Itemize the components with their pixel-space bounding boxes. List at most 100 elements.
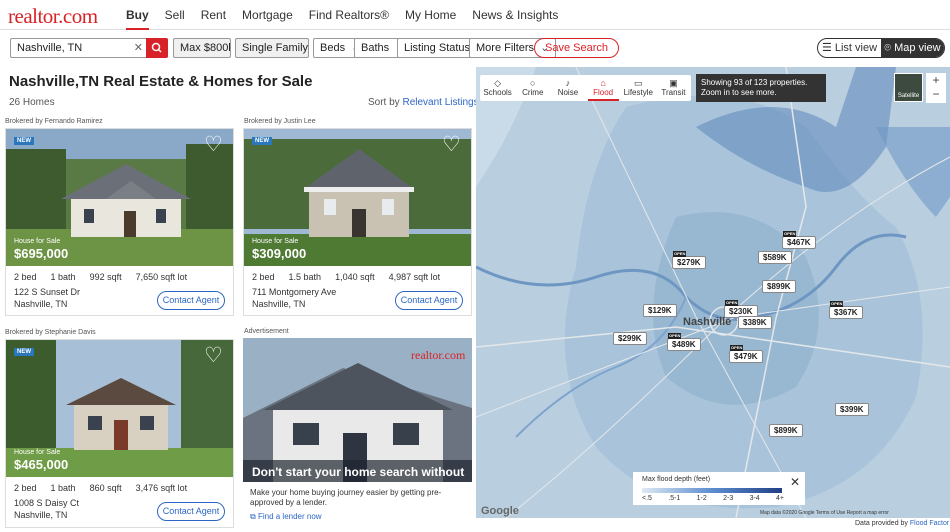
legend-tick: 1-2 xyxy=(696,495,707,502)
baths: 1.5 bath xyxy=(288,272,322,282)
search-icon xyxy=(151,42,162,53)
contact-agent-button[interactable]: Contact Agent xyxy=(157,502,225,521)
page-title: Nashville,TN Real Estate & Homes for Sal… xyxy=(9,73,313,90)
listing-photo[interactable]: NEW ♡ House for Sale $309,000 xyxy=(244,129,471,266)
map-price-pin[interactable]: $279K OPEN xyxy=(672,251,706,269)
tool-noise[interactable]: ♪ Noise xyxy=(550,75,585,101)
listing-type: House for Sale xyxy=(14,449,61,456)
tool-lifestyle[interactable]: ▭ Lifestyle xyxy=(621,75,656,101)
tool-schools[interactable]: ◇ Schools xyxy=(480,75,515,101)
list-view-button[interactable]: ☰ List view xyxy=(818,39,881,57)
nav-buy[interactable]: Buy xyxy=(118,0,157,30)
listing-price: $309,000 xyxy=(252,246,307,261)
new-badge: NEW xyxy=(14,348,34,356)
map-price-pin[interactable]: $389K xyxy=(738,316,772,329)
open-house-badge: OPEN xyxy=(830,301,844,307)
zoom-controls: + − xyxy=(926,73,946,103)
search-input[interactable]: Nashville, TN ✕ xyxy=(10,38,168,58)
tool-label: Transit xyxy=(661,88,686,97)
listing-photo[interactable]: NEW ♡ House for Sale $465,000 xyxy=(6,340,233,477)
map-price-pin[interactable]: $589K xyxy=(758,251,792,264)
nav-rent[interactable]: Rent xyxy=(193,0,234,30)
listing-specs: 2 bed 1.5 bath 1,040 sqft 4,987 sqft lot xyxy=(252,272,440,282)
tool-label: Schools xyxy=(483,88,512,97)
max-price-chip[interactable]: Max $800k ⊗ xyxy=(173,38,231,58)
beds: 2 bed xyxy=(14,272,37,282)
nav-news[interactable]: News & Insights xyxy=(464,0,566,30)
sort-control[interactable]: Sort by Relevant Listings ⌄ xyxy=(368,97,490,108)
map-price-pin[interactable]: $129K xyxy=(643,304,677,317)
school-icon: ◇ xyxy=(494,78,502,88)
map-view-button[interactable]: ⌾ Map view xyxy=(881,39,944,57)
flood-map-layer xyxy=(476,67,950,518)
tool-transit[interactable]: ▣ Transit xyxy=(656,75,691,101)
satellite-toggle[interactable]: Satellite xyxy=(894,73,923,102)
contact-agent-button[interactable]: Contact Agent xyxy=(157,291,225,310)
legend-tick: 2-3 xyxy=(723,495,734,502)
broker-label: Brokered by Justin Lee xyxy=(244,118,316,125)
map-price-pin[interactable]: $299K xyxy=(613,332,647,345)
save-search-button[interactable]: Save Search xyxy=(534,38,619,58)
heart-icon[interactable]: ♡ xyxy=(204,134,226,155)
realtor-logo[interactable]: realtor.com xyxy=(8,4,98,29)
map-price-pin[interactable]: $467K OPEN xyxy=(782,231,816,249)
nav-find-realtors[interactable]: Find Realtors® xyxy=(301,0,397,30)
street: 122 S Sunset Dr xyxy=(14,287,81,297)
street: 711 Montgomery Ave xyxy=(252,287,337,297)
map-price-pin[interactable]: $399K xyxy=(835,403,869,416)
ad-link[interactable]: ⧉ Find a lender now xyxy=(250,512,322,522)
nav-my-home[interactable]: My Home xyxy=(397,0,464,30)
listing-price: $695,000 xyxy=(14,246,69,261)
zoom-in-button[interactable]: + xyxy=(926,73,946,87)
data-provider-link[interactable]: Flood Factor xyxy=(910,520,949,527)
map-price-pin[interactable]: $489K OPEN xyxy=(667,333,701,351)
heart-icon[interactable]: ♡ xyxy=(204,345,226,366)
zoom-out-button[interactable]: − xyxy=(926,87,946,101)
listing-card[interactable]: NEW ♡ House for Sale $695,000 2 bed 1 ba… xyxy=(5,128,234,316)
map-view-label: Map view xyxy=(894,42,941,54)
contact-agent-button[interactable]: Contact Agent xyxy=(395,291,463,310)
close-icon[interactable]: ✕ xyxy=(790,475,800,489)
map-price-pin[interactable]: $899K xyxy=(769,424,803,437)
listing-photo[interactable]: NEW ♡ House for Sale $695,000 xyxy=(6,129,233,266)
sqft: 1,040 sqft xyxy=(335,272,375,282)
ad-brand: realtor.com xyxy=(411,348,466,362)
nav-mortgage[interactable]: Mortgage xyxy=(234,0,301,30)
transit-icon: ▣ xyxy=(669,78,678,88)
tool-crime[interactable]: ○ Crime xyxy=(515,75,550,101)
list-icon: ☰ xyxy=(821,42,832,54)
lot: 4,987 sqft lot xyxy=(388,272,441,282)
listing-card[interactable]: NEW ♡ House for Sale $465,000 2 bed 1 ba… xyxy=(5,339,234,528)
advertisement[interactable]: realtor.com Don't start your home search… xyxy=(243,338,472,528)
broker-label: Brokered by Fernando Ramirez xyxy=(5,118,103,125)
listing-type: House for Sale xyxy=(252,238,299,245)
broker-label: Brokered by Stephanie Davis xyxy=(5,329,96,336)
listing-card[interactable]: NEW ♡ House for Sale $309,000 2 bed 1.5 … xyxy=(243,128,472,316)
tool-label: Lifestyle xyxy=(623,88,653,97)
map-price-pin[interactable]: $367K OPEN xyxy=(829,301,863,319)
clear-icon[interactable]: ✕ xyxy=(134,41,143,54)
sort-label: Sort by xyxy=(368,97,400,108)
flood-legend: Max flood depth (feet) <.5 .5-1 1-2 2-3 … xyxy=(633,472,805,505)
heart-icon[interactable]: ♡ xyxy=(442,134,464,155)
lot: 7,650 sqft lot xyxy=(135,272,188,282)
search-button[interactable] xyxy=(146,38,168,58)
tool-flood[interactable]: ⌂ Flood xyxy=(586,75,621,101)
home-type-chip[interactable]: Single Family ... ⊗ xyxy=(235,38,309,58)
nav-sell[interactable]: Sell xyxy=(157,0,193,30)
map-price-pin[interactable]: $899K xyxy=(762,280,796,293)
data-provider-label: Data provided by xyxy=(855,520,908,527)
data-provider: Data provided by Flood Factor xyxy=(855,520,949,527)
map-attribution[interactable]: Map data ©2020 Google Terms of Use Repor… xyxy=(760,510,889,516)
listing-address[interactable]: 122 S Sunset Dr Nashville, TN xyxy=(14,286,80,310)
list-view-label: List view xyxy=(834,42,878,54)
listing-address[interactable]: 1008 S Daisy Ct Nashville, TN xyxy=(14,497,79,521)
sqft: 860 sqft xyxy=(89,483,122,493)
nav-links: Buy Sell Rent Mortgage Find Realtors® My… xyxy=(118,0,566,30)
listing-specs: 2 bed 1 bath 860 sqft 3,476 sqft lot xyxy=(14,483,187,493)
sort-value[interactable]: Relevant Listings xyxy=(402,97,478,108)
map-price-pin[interactable]: $479K OPEN xyxy=(729,345,763,363)
search-value: Nashville, TN xyxy=(17,42,83,54)
listing-address[interactable]: 711 Montgomery Ave Nashville, TN xyxy=(252,286,336,310)
map[interactable] xyxy=(476,67,950,518)
